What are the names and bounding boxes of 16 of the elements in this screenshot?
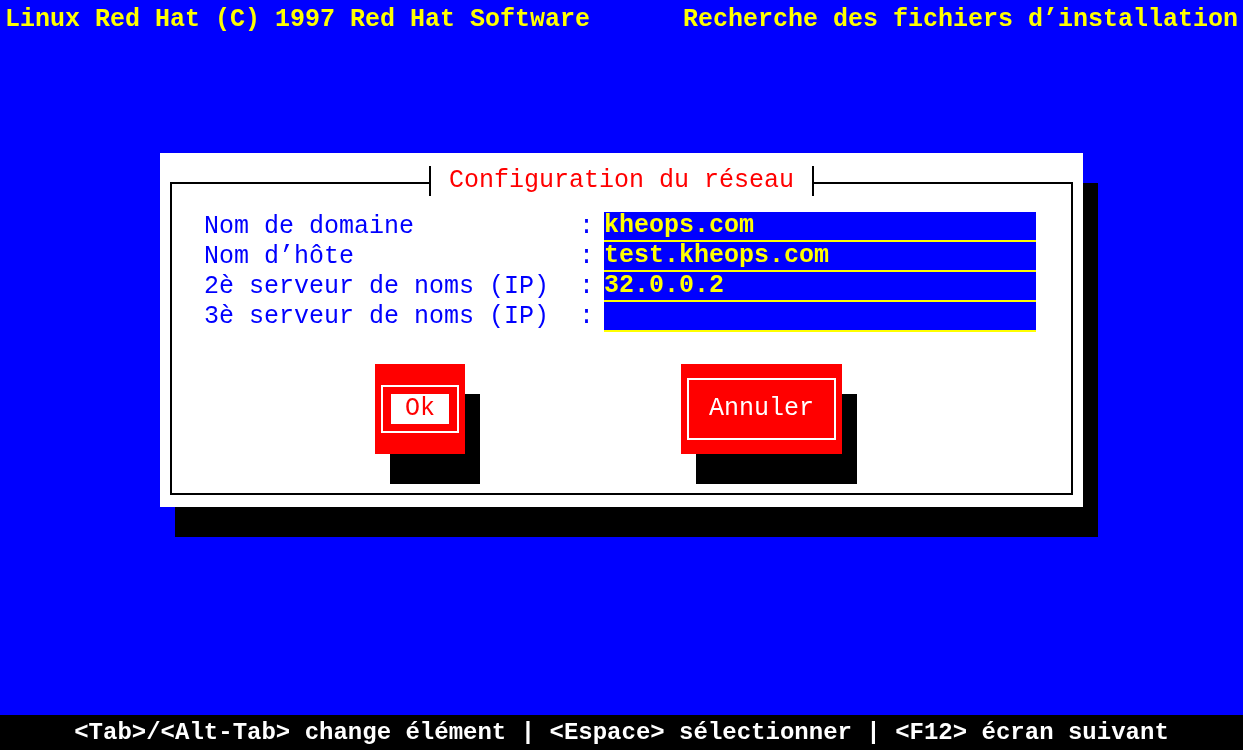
field-label: 2è serveur de noms (IP) — [204, 272, 551, 302]
field-separator: : — [579, 212, 595, 242]
field-label: Nom d’hôte — [204, 242, 356, 272]
input-field[interactable]: test.kheops.com — [604, 242, 1036, 272]
field-separator: : — [579, 272, 595, 302]
field-separator: : — [579, 302, 595, 332]
header-step: Recherche des fichiers d’installation — [682, 0, 1238, 40]
field-label: Nom de domaine — [204, 212, 416, 242]
input-field[interactable]: 32.0.0.2 — [604, 272, 1036, 302]
field-separator: : — [579, 242, 595, 272]
field-label: 3è serveur de noms (IP) — [204, 302, 551, 332]
status-bar: <Tab>/<Alt-Tab> change élément | <Espace> sélectionner | <F12> écran suivant — [0, 715, 1243, 750]
header-title: Linux Red Hat (C) 1997 Red Hat Software — [5, 4, 591, 36]
dialog-title: Configuration du réseau — [428, 166, 815, 196]
input-field[interactable] — [604, 302, 1036, 332]
input-field[interactable]: kheops.com — [604, 212, 1036, 242]
